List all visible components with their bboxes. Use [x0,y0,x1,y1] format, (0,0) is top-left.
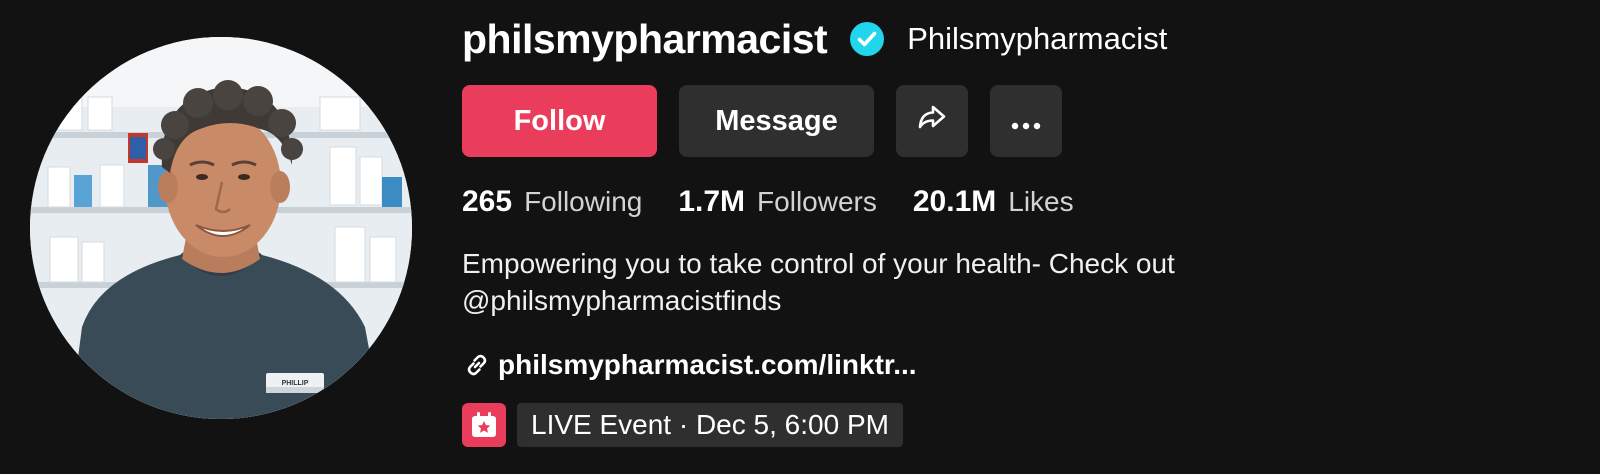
link-text[interactable]: philsmypharmacist.com/linktr... [498,349,917,381]
stat-followers[interactable]: 1.7M Followers [678,185,877,219]
stat-value: 265 [462,185,513,218]
stat-value: 1.7M [678,185,746,218]
display-name: Philsmypharmacist [907,21,1168,56]
name-tag: PHILLIP [282,380,309,387]
more-options-button[interactable] [990,85,1062,157]
profile-header: PHILLIP philsmypharmacist Philsmypharmac… [0,0,1600,474]
bio: Empowering you to take control of your h… [462,245,1362,319]
avatar[interactable]: PHILLIP [30,37,412,419]
avatar-photo: PHILLIP [30,37,412,419]
stat-label: Likes [1008,186,1074,217]
profile-stats: 265 Following 1.7M Followers 20.1M Likes [462,180,1110,224]
bio-line: Empowering you to take control of your h… [462,248,1175,279]
message-button[interactable]: Message [679,85,874,157]
link-chain-icon [462,350,492,380]
stat-following[interactable]: 265 Following [462,185,642,219]
profile-title-row: philsmypharmacist Philsmypharmacist [462,10,1167,68]
follow-button[interactable]: Follow [462,85,657,157]
stat-value: 20.1M [912,185,997,218]
stat-label: Following [524,186,643,217]
bio-mention[interactable]: @philsmypharmacistfinds [462,282,1362,319]
share-arrow-icon [915,100,949,142]
stat-likes: 20.1M Likes [913,185,1074,219]
live-event-button[interactable]: LIVE Event · Dec 5, 6:00 PM [517,403,903,447]
more-dots-icon [1011,105,1041,138]
verified-check-icon [849,21,885,57]
calendar-star-icon [462,403,506,447]
share-button[interactable] [896,85,968,157]
live-event: LIVE Event · Dec 5, 6:00 PM [462,403,903,447]
stat-label: Followers [757,186,877,217]
username: philsmypharmacist [462,15,828,62]
bio-link[interactable]: philsmypharmacist.com/linktr... [462,343,917,387]
